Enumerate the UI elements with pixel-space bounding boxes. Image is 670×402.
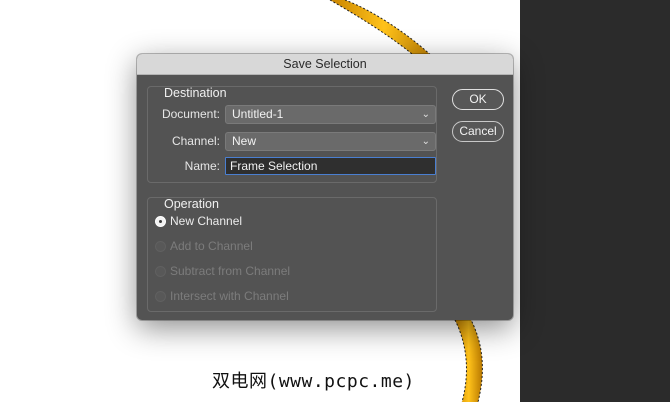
operation-group: Operation New Channel Add to Channel Sub… xyxy=(147,197,437,312)
dialog-title: Save Selection xyxy=(137,54,513,75)
radio-add-to-channel[interactable]: Add to Channel xyxy=(155,238,253,254)
radio-label: Add to Channel xyxy=(170,239,253,253)
document-label: Document: xyxy=(161,107,220,121)
channel-label: Channel: xyxy=(171,134,220,148)
name-label: Name: xyxy=(184,159,220,173)
radio-label: Subtract from Channel xyxy=(170,264,291,278)
document-select-value: Untitled-1 xyxy=(232,107,284,121)
radio-button[interactable] xyxy=(155,240,166,252)
name-input[interactable]: Frame Selection xyxy=(225,157,436,175)
destination-group-title: Destination xyxy=(164,86,227,100)
radio-new-channel[interactable]: New Channel xyxy=(155,213,242,229)
radio-subtract-from-channel[interactable]: Subtract from Channel xyxy=(155,263,290,279)
watermark-text: 双电网(www.pcpc.me) xyxy=(212,371,415,392)
destination-group: Destination Document: Untitled-1 ⌄ Chann… xyxy=(147,86,437,183)
radio-button[interactable] xyxy=(155,265,166,277)
operation-group-title: Operation xyxy=(164,197,219,211)
chevron-down-icon: ⌄ xyxy=(421,136,430,147)
cancel-button[interactable]: Cancel xyxy=(452,121,504,142)
save-selection-dialog: Save Selection Destination Document: Unt… xyxy=(137,54,513,320)
side-panel xyxy=(520,0,670,402)
document-select[interactable]: Untitled-1 ⌄ xyxy=(225,105,436,124)
radio-button[interactable] xyxy=(155,215,166,227)
radio-label: New Channel xyxy=(170,214,243,228)
radio-button[interactable] xyxy=(155,290,166,302)
chevron-down-icon: ⌄ xyxy=(421,109,430,120)
channel-select-value: New xyxy=(232,134,257,148)
channel-select[interactable]: New ⌄ xyxy=(225,132,436,151)
radio-intersect-with-channel[interactable]: Intersect with Channel xyxy=(155,288,289,304)
ok-button[interactable]: OK xyxy=(452,89,504,110)
radio-label: Intersect with Channel xyxy=(170,289,289,303)
